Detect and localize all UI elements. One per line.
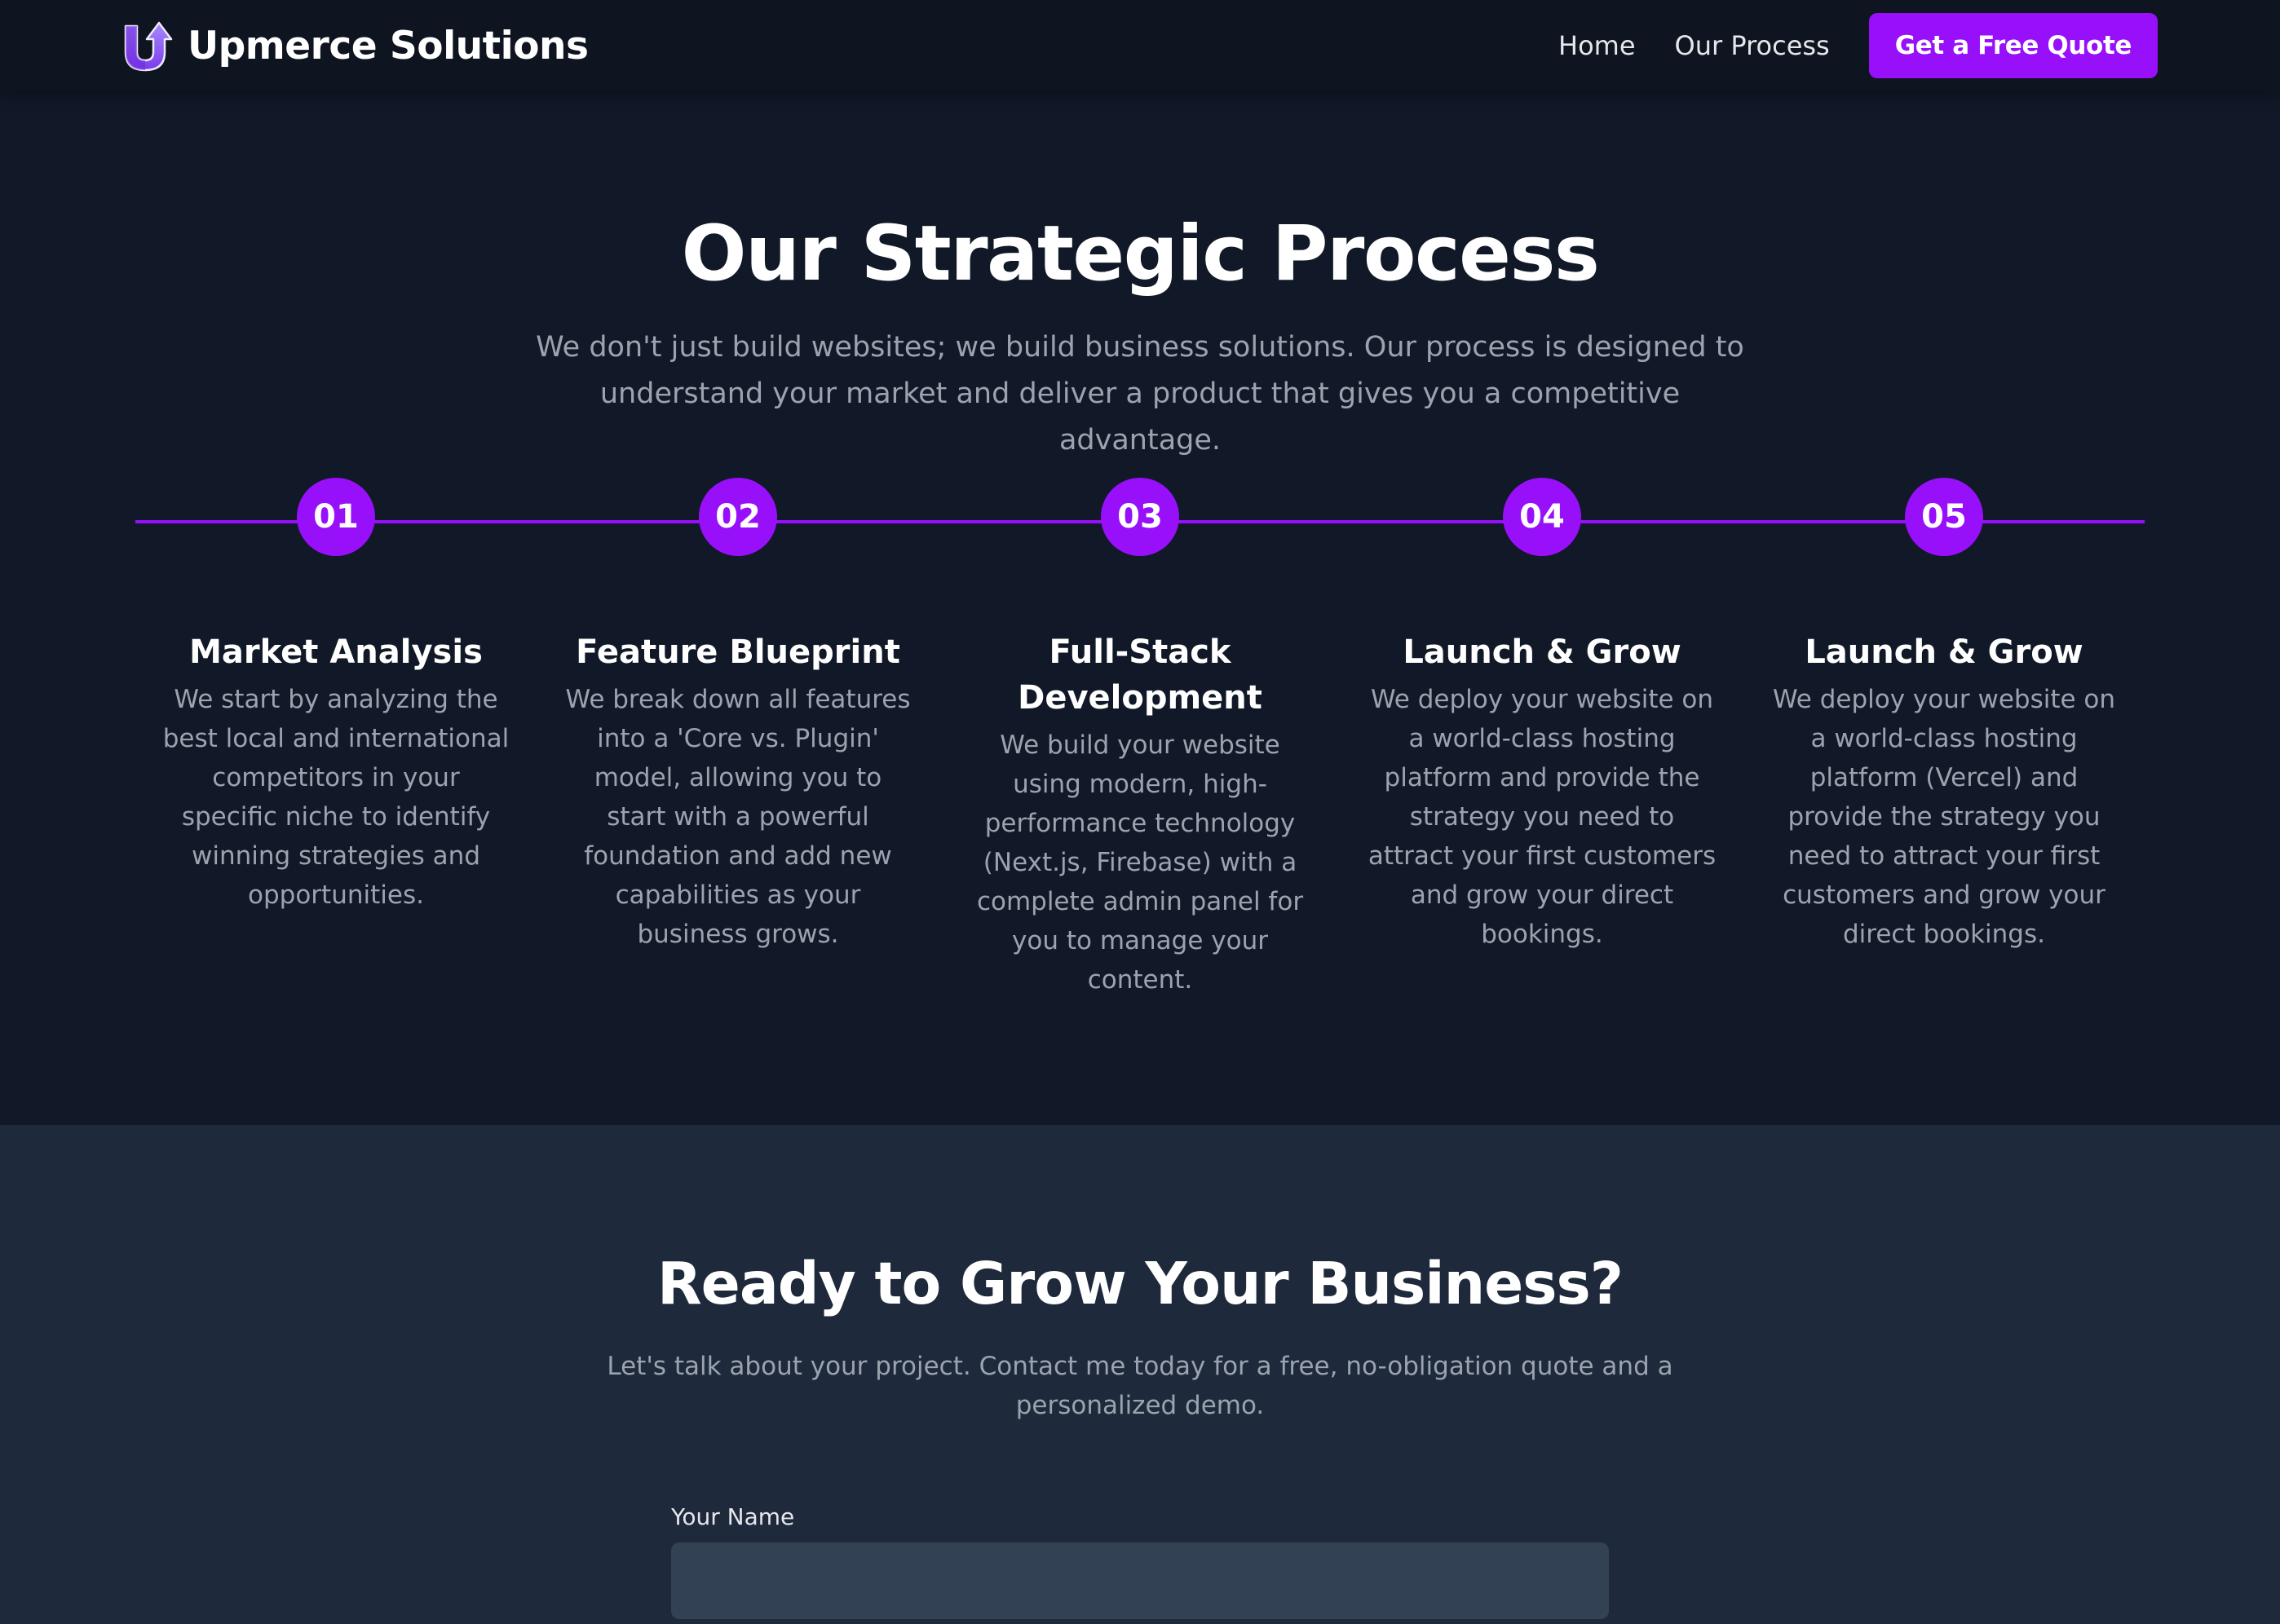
step-number-badge: 02 (699, 478, 777, 556)
step-number-badge: 05 (1905, 478, 1983, 556)
step-description: We start by analyzing the best local and… (162, 685, 510, 910)
step-title: Feature Blueprint (576, 633, 900, 671)
step-number-badge: 04 (1503, 478, 1581, 556)
name-input[interactable] (671, 1542, 1609, 1619)
step-title: Market Analysis (189, 633, 483, 671)
step-description: We break down all features into a 'Core … (565, 685, 911, 949)
site-header: Upmerce Solutions Home Our Process Get a… (0, 0, 2280, 91)
process-step: 04 Launch & Grow We deploy your website … (1363, 478, 1721, 954)
step-number-badge: 03 (1101, 478, 1179, 556)
process-step: 05 Launch & Grow We deploy your website … (1765, 478, 2123, 954)
step-description: We deploy your website on a world-class … (1772, 685, 2116, 949)
contact-subtitle: Let's talk about your project. Contact m… (607, 1352, 1673, 1420)
process-section: Our Strategic Process We don't just buil… (0, 91, 2280, 1125)
nav-home-link[interactable]: Home (1558, 30, 1636, 61)
step-title: Full-Stack Development (1018, 633, 1262, 717)
process-step: 02 Feature Blueprint We break down all f… (559, 478, 917, 954)
get-free-quote-button[interactable]: Get a Free Quote (1868, 13, 2158, 78)
brand-name: Upmerce Solutions (188, 23, 589, 68)
process-step: 01 Market Analysis We start by analyzing… (157, 478, 515, 915)
step-description: We build your website using modern, high… (976, 730, 1304, 995)
upmerce-logo-icon (124, 21, 173, 72)
contact-section: Ready to Grow Your Business? Let's talk … (0, 1125, 2280, 1624)
contact-title: Ready to Grow Your Business? (657, 1250, 1624, 1317)
process-title: Our Strategic Process (681, 210, 1600, 298)
process-subtitle: We don't just build websites; we build b… (536, 331, 1744, 457)
logo[interactable]: Upmerce Solutions (122, 20, 589, 72)
main-nav: Home Our Process Get a Free Quote (1558, 13, 2158, 78)
step-number-badge: 01 (297, 478, 375, 556)
name-field-label: Your Name (671, 1503, 795, 1530)
process-step: 03 Full-Stack Development We build your … (961, 478, 1319, 1000)
nav-our-process-link[interactable]: Our Process (1675, 30, 1830, 61)
step-title: Launch & Grow (1805, 633, 2083, 671)
step-description: We deploy your website on a world-class … (1368, 685, 1717, 949)
step-title: Launch & Grow (1403, 633, 1681, 671)
